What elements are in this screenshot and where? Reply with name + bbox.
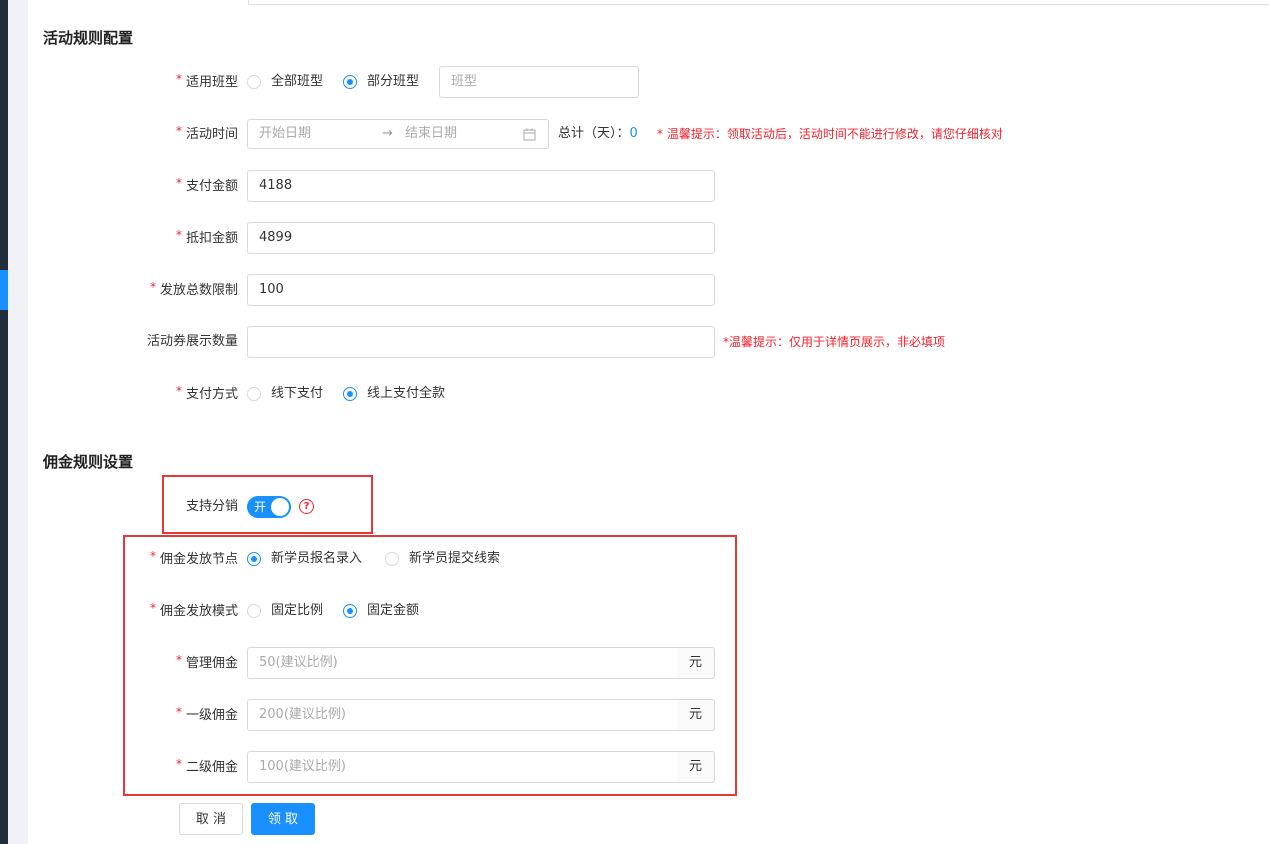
level2-commission-input[interactable]: 100(建议比例) [247,751,678,783]
label-issue-limit: * 发放总数限制 [149,280,238,298]
row-issue-limit: * 发放总数限制 100 [0,274,1269,306]
deduct-amount-input[interactable]: 4899 [247,222,715,254]
label-commission-mode: * 佣金发放模式 [149,601,238,619]
row-pay-amount: * 支付金额 4188 [0,170,1269,202]
top-divider [248,4,1269,5]
switch-knob [271,498,289,516]
row-payment-method: * 支付方式 线下支付 线上支付全款 [0,378,1269,410]
display-count-hint: *温馨提示：仅用于详情页展示，非必填项 [723,335,946,349]
question-help-icon[interactable]: ? [299,499,314,514]
row-class-type: * 适用班型 全部班型 部分班型 班型 [0,66,1269,98]
label-activity-time: * 活动时间 [175,124,238,142]
claim-button[interactable]: 领 取 [251,803,315,835]
arrow-right-icon: → [382,126,393,141]
radio-dot[interactable] [385,552,399,566]
start-date-placeholder[interactable]: 开始日期 [259,120,311,148]
calendar-icon[interactable] [523,128,536,141]
label-management-commission: * 管理佣金 [175,653,238,671]
radio-offline-payment[interactable]: 线下支付 [247,378,323,410]
radio-dot-selected[interactable] [343,75,357,89]
radio-dot[interactable] [247,604,261,618]
label-deduct-amount: * 抵扣金额 [175,228,238,246]
radio-dot-selected[interactable] [343,387,357,401]
row-management-commission: * 管理佣金 50(建议比例) 元 [0,647,1269,679]
row-distribution: 支持分销 开 ? [0,491,1269,523]
row-activity-time: * 活动时间 开始日期 → 结束日期 总计（天）：0 * 温馨提示：领取活动后，活… [0,118,1269,150]
label-pay-amount: * 支付金额 [175,176,238,194]
date-range-picker[interactable]: 开始日期 → 结束日期 [247,119,549,149]
total-days: 总计（天）：0 [558,126,638,141]
radio-partial-classes[interactable]: 部分班型 [343,66,419,98]
label-payment-method: * 支付方式 [175,384,238,402]
issue-limit-input[interactable]: 100 [247,274,715,306]
radio-new-student-enroll[interactable]: 新学员报名录入 [247,543,362,575]
row-deduct-amount: * 抵扣金额 4899 [0,222,1269,254]
radio-dot[interactable] [247,387,261,401]
radio-dot-selected[interactable] [247,552,261,566]
display-count-input[interactable] [247,326,715,358]
radio-dot-selected[interactable] [343,604,357,618]
radio-new-student-lead[interactable]: 新学员提交线索 [385,543,500,575]
row-level2-commission: * 二级佣金 100(建议比例) 元 [0,751,1269,783]
row-commission-mode: * 佣金发放模式 固定比例 固定金额 [0,595,1269,627]
management-commission-input[interactable]: 50(建议比例) [247,647,678,679]
unit-suffix-yuan: 元 [677,751,715,783]
row-level1-commission: * 一级佣金 200(建议比例) 元 [0,699,1269,731]
label-level2-commission: * 二级佣金 [175,757,238,775]
label-display-count: 活动券展示数量 [146,334,238,349]
label-commission-node: * 佣金发放节点 [149,549,238,567]
section-title-commission-rules: 佣金规则设置 [43,453,134,471]
radio-all-classes[interactable]: 全部班型 [247,66,323,98]
distribution-switch[interactable]: 开 [247,496,291,518]
unit-suffix-yuan: 元 [677,647,715,679]
row-commission-node: * 佣金发放节点 新学员报名录入 新学员提交线索 [0,543,1269,575]
radio-fixed-amount[interactable]: 固定金额 [343,595,419,627]
radio-online-full-payment[interactable]: 线上支付全款 [343,378,445,410]
radio-dot[interactable] [247,75,261,89]
cancel-button[interactable]: 取 消 [179,803,243,835]
label-distribution: 支持分销 [185,499,238,514]
top-divider-edge [248,0,249,5]
class-type-input[interactable]: 班型 [439,66,639,98]
radio-fixed-ratio[interactable]: 固定比例 [247,595,323,627]
unit-suffix-yuan: 元 [677,699,715,731]
activity-time-hint: * 温馨提示：领取活动后，活动时间不能进行修改，请您仔细核对 [657,127,1003,141]
row-display-count: 活动券展示数量 *温馨提示：仅用于详情页展示，非必填项 [0,326,1269,358]
section-title-activity-rules: 活动规则配置 [43,29,134,47]
level1-commission-input[interactable]: 200(建议比例) [247,699,678,731]
label-class-type: * 适用班型 [175,72,238,90]
pay-amount-input[interactable]: 4188 [247,170,715,202]
label-level1-commission: * 一级佣金 [175,705,238,723]
end-date-placeholder[interactable]: 结束日期 [405,120,457,148]
